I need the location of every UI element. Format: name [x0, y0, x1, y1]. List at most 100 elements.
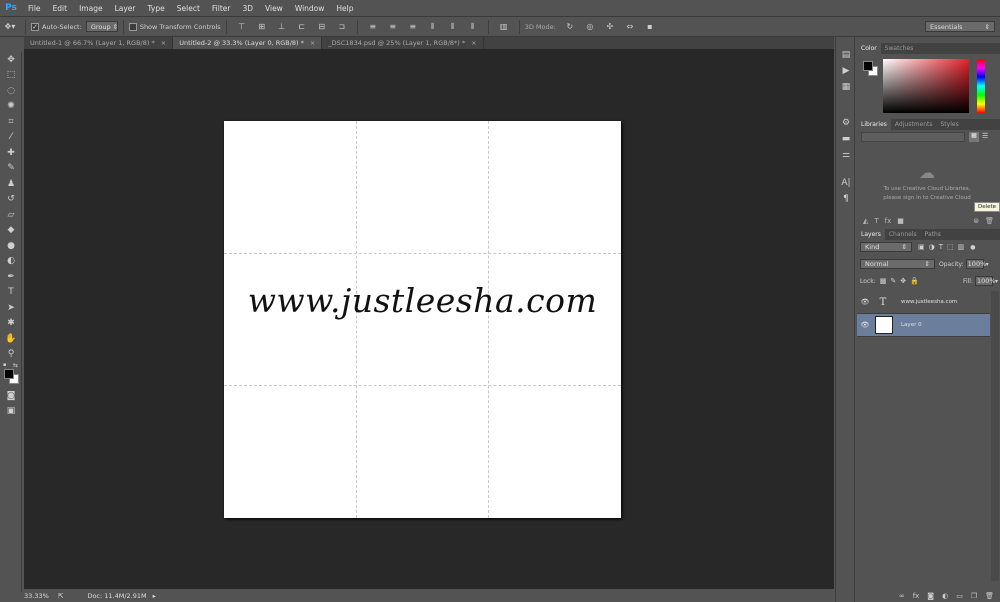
- hue-slider[interactable]: [977, 59, 985, 113]
- group-layers-icon[interactable]: ▭: [956, 592, 963, 600]
- menu-image[interactable]: Image: [73, 4, 109, 13]
- library-add-graphic-icon[interactable]: ◭: [863, 217, 868, 225]
- menu-file[interactable]: File: [22, 4, 47, 13]
- filter-shape-icon[interactable]: ⬚: [947, 243, 954, 251]
- align-vcenter-icon[interactable]: ⊞: [255, 21, 269, 33]
- share-icon[interactable]: ⇱: [58, 592, 63, 600]
- info-icon[interactable]: ▦: [836, 79, 856, 95]
- list-view-icon[interactable]: ☰: [982, 132, 992, 142]
- blend-mode-dropdown[interactable]: Normal ⇕: [860, 259, 935, 269]
- healing-brush-tool-icon[interactable]: ✚: [0, 145, 22, 161]
- close-icon[interactable]: ×: [471, 39, 476, 47]
- eyedropper-tool-icon[interactable]: ⁄: [0, 130, 22, 146]
- visibility-eye-icon[interactable]: 👁: [857, 298, 873, 306]
- library-dropdown[interactable]: [861, 132, 965, 142]
- new-layer-icon[interactable]: ❐: [971, 592, 977, 600]
- lock-position-icon[interactable]: ✥: [900, 277, 906, 285]
- paint-bucket-tool-icon[interactable]: ◆: [0, 223, 22, 239]
- grid-view-icon[interactable]: ▦: [969, 132, 979, 142]
- distribute-bottom-icon[interactable]: ≡: [406, 21, 420, 33]
- tab-libraries[interactable]: Libraries: [857, 119, 891, 130]
- workspace-dropdown[interactable]: Essentials ⇕: [925, 21, 995, 32]
- quick-select-tool-icon[interactable]: ✺: [0, 99, 22, 115]
- layer-mask-icon[interactable]: ◙: [927, 592, 934, 600]
- color-swatches[interactable]: ▪ ⇆: [0, 362, 22, 388]
- lock-transparency-icon[interactable]: ▩: [880, 277, 887, 285]
- swap-colors-icon[interactable]: ⇆: [13, 362, 18, 369]
- library-add-color-icon[interactable]: ■: [897, 217, 904, 225]
- align-hcenter-icon[interactable]: ⊟: [315, 21, 329, 33]
- foreground-color-swatch[interactable]: [4, 369, 14, 379]
- adjustment-layer-icon[interactable]: ◐: [942, 592, 948, 600]
- auto-select-checkbox[interactable]: ✓: [31, 22, 39, 31]
- distribute-left-icon[interactable]: ⦀: [426, 21, 440, 33]
- trash-icon[interactable]: 🗑: [985, 592, 994, 600]
- tab-paths[interactable]: Paths: [921, 229, 945, 240]
- eraser-tool-icon[interactable]: ▱: [0, 207, 22, 223]
- auto-align-icon[interactable]: ▥: [497, 21, 511, 33]
- character-icon[interactable]: A|: [836, 175, 856, 191]
- trash-icon[interactable]: 🗑: [985, 217, 994, 225]
- menu-help[interactable]: Help: [330, 4, 359, 13]
- filter-adjustment-icon[interactable]: ◑: [929, 243, 935, 251]
- layers-scrollbar[interactable]: [991, 291, 999, 581]
- close-icon[interactable]: ×: [161, 39, 166, 47]
- default-colors-icon[interactable]: ▪: [3, 362, 6, 368]
- distribute-top-icon[interactable]: ≡: [366, 21, 380, 33]
- type-tool-icon[interactable]: T: [0, 285, 22, 301]
- 3d-drag-icon[interactable]: ✣: [603, 21, 617, 33]
- menu-edit[interactable]: Edit: [47, 4, 74, 13]
- history-brush-tool-icon[interactable]: ↺: [0, 192, 22, 208]
- clone-source-icon[interactable]: ⚌: [836, 147, 856, 163]
- align-right-icon[interactable]: ⊐: [335, 21, 349, 33]
- tab-adjustments[interactable]: Adjustments: [891, 119, 937, 130]
- menu-3d[interactable]: 3D: [236, 4, 259, 13]
- tab-untitled-1[interactable]: Untitled-1 @ 66.7% (Layer 1, RGB/8) * ×: [24, 37, 174, 49]
- layer-row[interactable]: 👁 Layer 0: [857, 314, 990, 337]
- 3d-rotate-icon[interactable]: ↻: [563, 21, 577, 33]
- layer-row[interactable]: 👁 T www.justleesha.com: [857, 291, 990, 314]
- filter-pixel-icon[interactable]: ▣: [918, 243, 925, 251]
- document-canvas[interactable]: www.justleesha.com: [224, 121, 621, 518]
- history-icon[interactable]: ▤: [836, 47, 856, 63]
- blur-tool-icon[interactable]: ●: [0, 238, 22, 254]
- paragraph-icon[interactable]: ¶: [836, 191, 856, 207]
- show-transform-checkbox[interactable]: [128, 22, 137, 31]
- tab-swatches[interactable]: Swatches: [881, 43, 918, 54]
- tab-styles[interactable]: Styles: [937, 119, 963, 130]
- brush-icon[interactable]: ▬: [836, 131, 856, 147]
- visibility-eye-icon[interactable]: 👁: [857, 321, 873, 329]
- brush-presets-icon[interactable]: ⚙: [836, 115, 856, 131]
- tab-color[interactable]: Color: [857, 43, 881, 54]
- screen-mode-icon[interactable]: ▣: [0, 404, 22, 420]
- hand-tool-icon[interactable]: ✋: [0, 331, 22, 347]
- zoom-tool-icon[interactable]: ⚲: [0, 347, 22, 363]
- 3d-scale-icon[interactable]: ▪: [643, 21, 657, 33]
- pen-tool-icon[interactable]: ✒: [0, 269, 22, 285]
- tab-layers[interactable]: Layers: [857, 229, 885, 240]
- color-field[interactable]: [883, 59, 969, 113]
- clone-stamp-tool-icon[interactable]: ♟: [0, 176, 22, 192]
- lasso-tool-icon[interactable]: ◌: [0, 83, 22, 99]
- distribute-hcenter-icon[interactable]: ⦀: [446, 21, 460, 33]
- quick-mask-icon[interactable]: ◙: [0, 388, 22, 404]
- layer-kind-dropdown[interactable]: Kind ⇕: [860, 242, 912, 252]
- 3d-slide-icon[interactable]: ⇔: [623, 21, 637, 33]
- opacity-input[interactable]: 100%: [965, 259, 986, 269]
- lock-all-icon[interactable]: 🔒: [910, 277, 919, 285]
- menu-window[interactable]: Window: [289, 4, 331, 13]
- filter-type-icon[interactable]: T: [939, 243, 943, 251]
- move-tool-preset-icon[interactable]: ✥▾: [3, 21, 17, 33]
- layer-style-icon[interactable]: fx: [913, 592, 920, 600]
- tab-dsc1834[interactable]: _DSC1834.psd @ 25% (Layer 1, RGB/8*) * ×: [322, 37, 484, 49]
- marquee-tool-icon[interactable]: ⬚: [0, 68, 22, 84]
- shape-tool-icon[interactable]: ✱: [0, 316, 22, 332]
- menu-select[interactable]: Select: [171, 4, 206, 13]
- tab-channels[interactable]: Channels: [885, 229, 921, 240]
- 3d-roll-icon[interactable]: ◎: [583, 21, 597, 33]
- fg-bg-color-icon[interactable]: [863, 61, 879, 77]
- cc-sync-icon[interactable]: ⊛: [973, 217, 979, 225]
- align-left-icon[interactable]: ⊏: [295, 21, 309, 33]
- crop-tool-icon[interactable]: ⌗: [0, 114, 22, 130]
- status-menu-icon[interactable]: ▸: [153, 592, 156, 600]
